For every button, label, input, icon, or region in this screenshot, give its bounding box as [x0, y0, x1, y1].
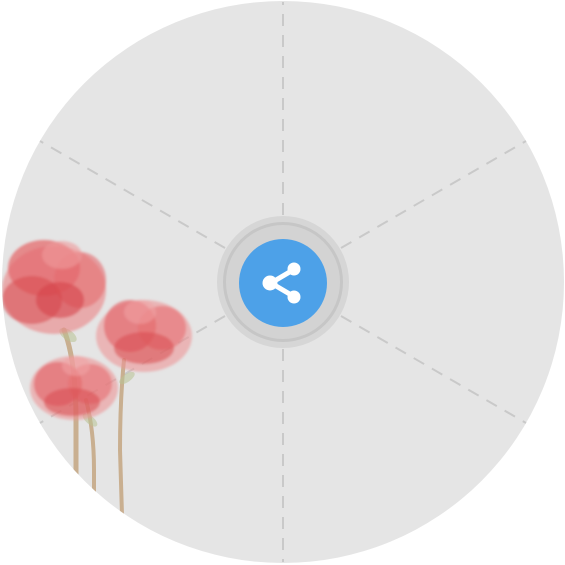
radial-menu-stage: [0, 0, 565, 565]
share-icon: [239, 239, 327, 327]
flower-medium: [96, 300, 192, 372]
share-button-circle: [239, 239, 327, 327]
share-button[interactable]: [239, 239, 327, 327]
flower-small: [30, 356, 118, 420]
